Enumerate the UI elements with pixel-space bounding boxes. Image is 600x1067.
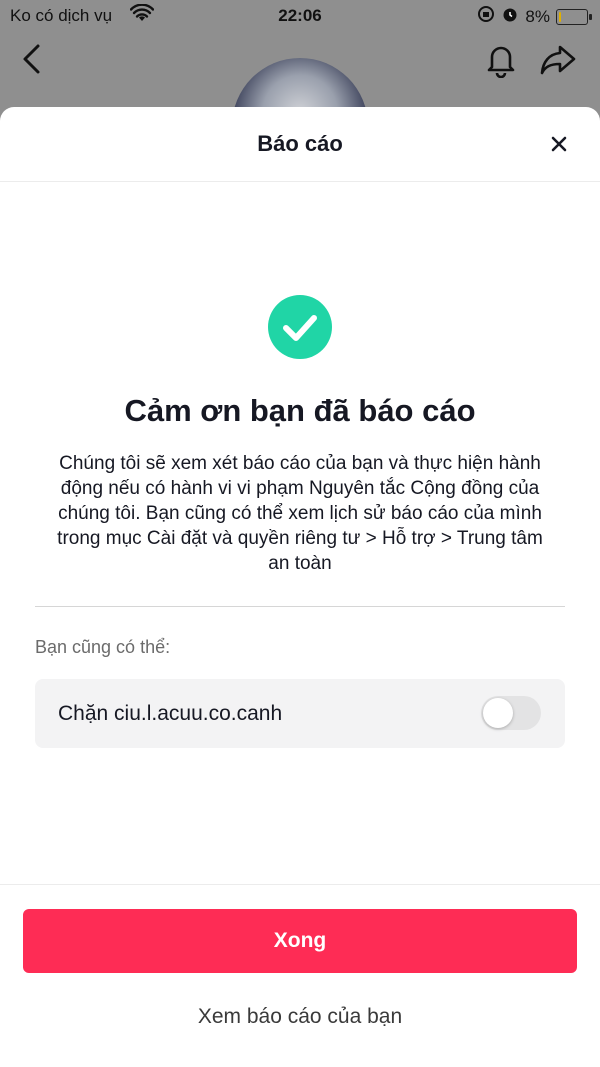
block-user-toggle[interactable] — [481, 696, 541, 730]
message-line: an toàn — [268, 553, 332, 574]
message-line: chúng tôi. Bạn cũng có thể xem lịch sử b… — [58, 503, 542, 524]
sheet-title: Báo cáo — [257, 131, 343, 156]
alarm-icon — [501, 5, 519, 28]
battery-icon — [556, 8, 592, 25]
block-user-label: Chặn ciu.l.acuu.co.canh — [58, 702, 283, 725]
divider — [35, 606, 565, 607]
report-bottom-sheet: Báo cáo Cảm ơn bạn đã báo cáo Chúng tôi … — [0, 107, 600, 1067]
chevron-left-icon[interactable] — [18, 42, 46, 81]
sheet-header: Báo cáo — [0, 107, 600, 182]
check-circle-icon — [267, 294, 333, 360]
also-label: Bạn cũng có thể: — [35, 637, 171, 657]
orientation-lock-icon — [477, 5, 495, 28]
message-line: trong mục Cài đặt và quyền riêng tư > Hỗ… — [57, 528, 543, 549]
footer-divider — [0, 884, 600, 885]
thanks-message: Chúng tôi sẽ xem xét báo cáo của bạn và … — [30, 451, 570, 576]
message-line: động nếu có hành vi vi phạm Nguyên tắc C… — [60, 478, 540, 499]
bell-icon[interactable] — [484, 42, 518, 83]
thanks-heading: Cảm ơn bạn đã báo cáo — [124, 393, 476, 428]
toggle-knob — [483, 698, 513, 728]
status-bar: Ko có dịch vụ 22:06 8% — [0, 0, 600, 32]
message-line: Chúng tôi sẽ xem xét báo cáo của bạn và … — [59, 453, 541, 474]
done-button[interactable]: Xong — [23, 909, 577, 973]
close-icon[interactable] — [546, 131, 572, 157]
block-user-row: Chặn ciu.l.acuu.co.canh — [35, 679, 565, 748]
battery-percent: 8% — [525, 6, 550, 26]
view-reports-link[interactable]: Xem báo cáo của bạn — [0, 1005, 600, 1029]
share-arrow-icon[interactable] — [538, 42, 578, 83]
